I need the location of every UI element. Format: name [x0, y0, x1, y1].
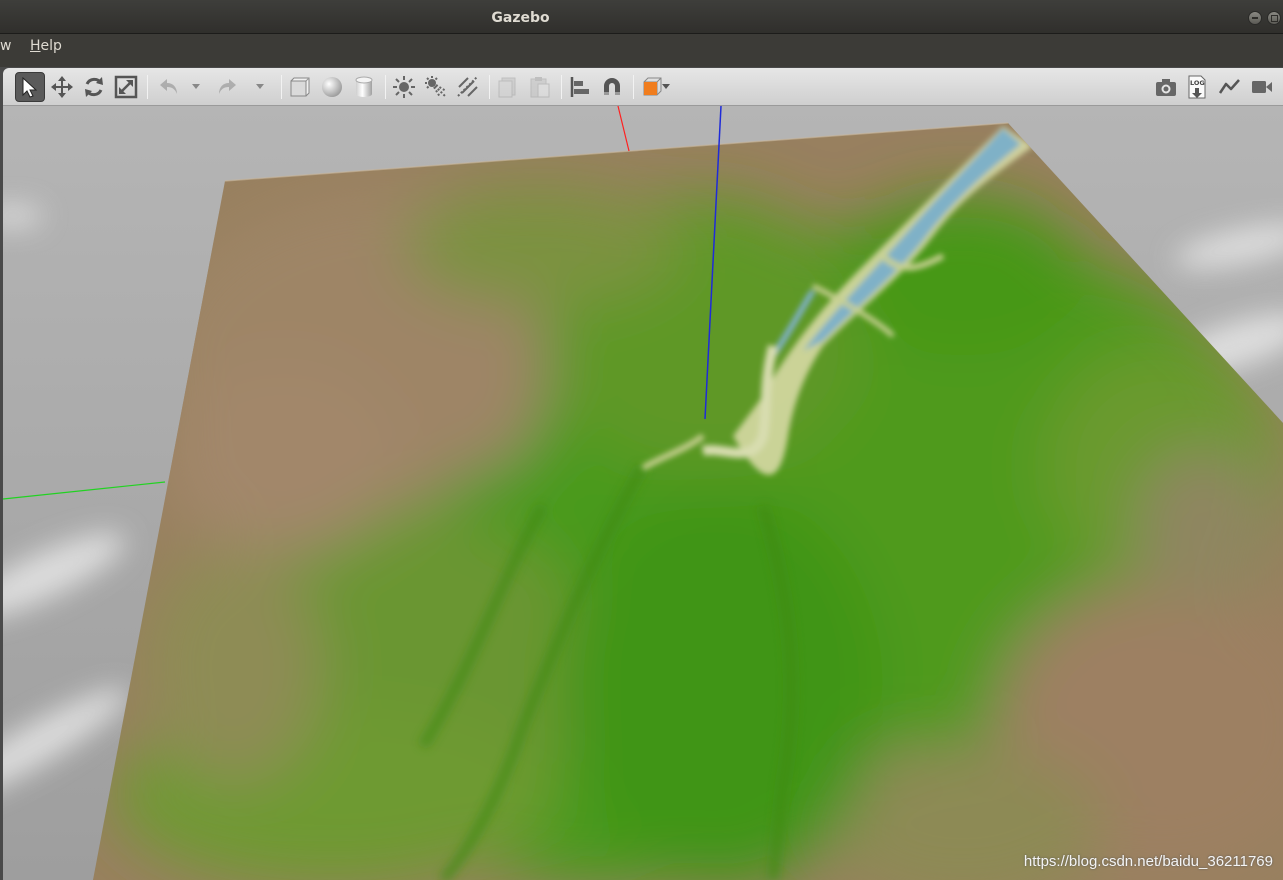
- paste-button[interactable]: [525, 72, 555, 102]
- toolbar-separator: [561, 75, 562, 99]
- copy-button[interactable]: [493, 72, 523, 102]
- menu-help-label: H: [30, 38, 41, 54]
- select-mode-icon: [22, 76, 38, 98]
- box-shape-button[interactable]: [285, 72, 315, 102]
- rotate-mode-icon: [85, 77, 103, 97]
- snap-button[interactable]: [597, 72, 627, 102]
- sphere-shape-icon: [322, 77, 342, 97]
- scale-mode-button[interactable]: [111, 72, 141, 102]
- undo-icon: [160, 79, 177, 94]
- cylinder-shape-button[interactable]: [349, 72, 379, 102]
- align-button[interactable]: [565, 72, 595, 102]
- chevron-down-icon: [256, 84, 264, 89]
- watermark-text: https://blog.csdn.net/baidu_36211769: [1023, 853, 1273, 870]
- plot-button[interactable]: [1215, 72, 1245, 102]
- view-angle-dropdown[interactable]: [659, 72, 673, 102]
- screenshot-button[interactable]: [1151, 72, 1181, 102]
- screenshot-icon: [1156, 79, 1176, 96]
- redo-button[interactable]: [213, 72, 243, 102]
- box-shape-icon: [290, 77, 310, 97]
- align-icon: [570, 77, 589, 97]
- chevron-down-icon: [192, 84, 200, 89]
- directional-light-button[interactable]: [453, 72, 483, 102]
- sphere-shape-button[interactable]: [317, 72, 347, 102]
- scene-render: [3, 106, 1283, 880]
- minimize-button[interactable]: [1248, 11, 1262, 25]
- spot-light-icon: [425, 76, 447, 98]
- redo-history-dropdown[interactable]: [253, 72, 267, 102]
- toolbar-separator: [489, 75, 490, 99]
- chevron-down-icon: [662, 84, 670, 89]
- title-bar: Gazebo: [0, 0, 1283, 34]
- plot-icon: [1218, 79, 1240, 94]
- window-title: Gazebo: [491, 10, 550, 26]
- directional-light-icon: [457, 76, 478, 97]
- toolbar-separator: [385, 75, 386, 99]
- paste-icon: [530, 77, 550, 98]
- point-light-button[interactable]: [389, 72, 419, 102]
- snap-icon: [604, 78, 620, 95]
- copy-icon: [498, 77, 516, 98]
- menu-help[interactable]: Help: [30, 34, 62, 67]
- translate-mode-icon: [51, 76, 73, 98]
- maximize-button[interactable]: [1267, 11, 1281, 25]
- point-light-icon: [393, 76, 415, 98]
- toolbar-separator: [633, 75, 634, 99]
- scale-mode-icon: [114, 75, 138, 99]
- translate-mode-button[interactable]: [47, 72, 77, 102]
- menu-help-label-rest: elp: [40, 38, 62, 54]
- svg-text:LOG: LOG: [1190, 79, 1205, 87]
- video-record-icon: [1252, 81, 1272, 93]
- toolbar-separator: [281, 75, 282, 99]
- select-mode-button[interactable]: [15, 72, 45, 102]
- menu-window[interactable]: w: [0, 34, 11, 67]
- spot-light-button[interactable]: [421, 72, 451, 102]
- log-button[interactable]: LOG: [1183, 72, 1213, 102]
- toolbar-separator: [147, 75, 148, 99]
- log-icon: LOG: [1188, 75, 1206, 99]
- undo-history-dropdown[interactable]: [189, 72, 203, 102]
- 3d-viewport[interactable]: https://blog.csdn.net/baidu_36211769: [3, 106, 1283, 880]
- toolbar: LOG: [3, 68, 1283, 106]
- cylinder-shape-icon: [355, 76, 373, 97]
- menu-bar: w Help: [0, 34, 1283, 67]
- undo-button[interactable]: [153, 72, 183, 102]
- redo-icon: [219, 79, 236, 94]
- video-record-button[interactable]: [1247, 72, 1277, 102]
- rotate-mode-button[interactable]: [79, 72, 109, 102]
